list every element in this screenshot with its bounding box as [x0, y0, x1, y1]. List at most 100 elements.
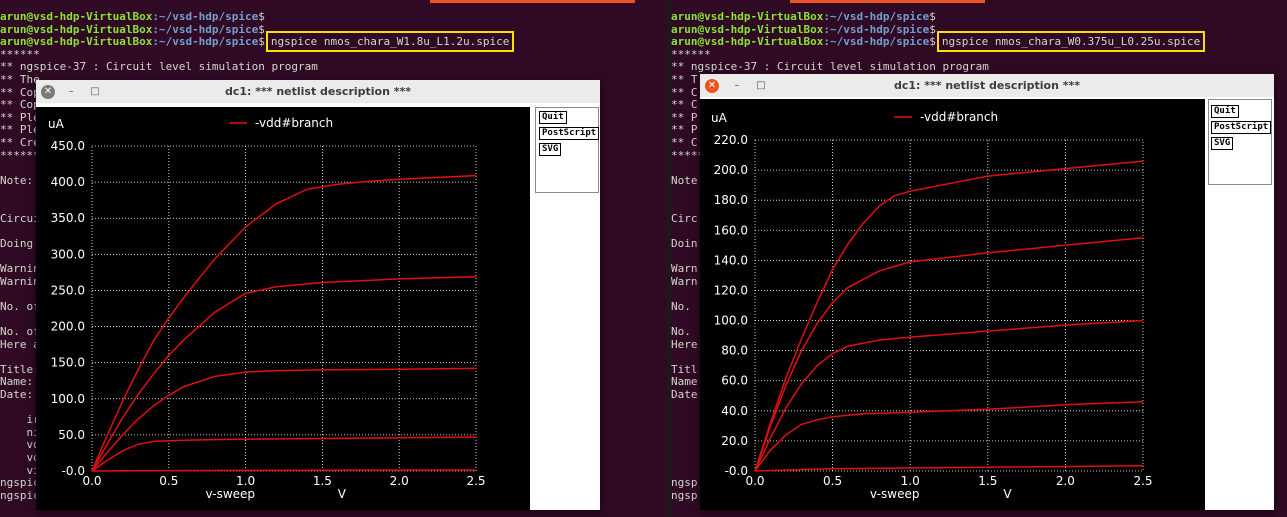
terminal-output-line: ngsp	[671, 488, 698, 502]
y-tick-label: 40.0	[721, 404, 748, 418]
series-line	[754, 160, 1144, 472]
terminal-command: ngspice nmos_chara_W1.8u_L1.2u.spice	[265, 31, 515, 53]
series-line	[754, 464, 1144, 472]
prompt-user: arun@vsd-hdp-VirtualBox	[671, 10, 824, 23]
active-tab-indicator	[790, 0, 985, 3]
series-line	[91, 436, 477, 472]
y-tick-label: 50.0	[58, 428, 85, 442]
prompt-user: arun@vsd-hdp-VirtualBox	[0, 10, 153, 23]
terminal-output-line: Warnin	[0, 274, 40, 288]
x-tick-label: 2.0	[1056, 474, 1075, 488]
y-tick-label: 160.0	[714, 223, 748, 237]
x-tick-label: 0.0	[82, 474, 101, 488]
y-tick-label: 200.0	[714, 163, 748, 177]
left-plot-area: 0.0 0.5 1.0 1.5 2.0 2.5 -0.0 50.0 100.0 150.0 200.…	[36, 107, 530, 510]
terminal-output-line: Doin	[671, 236, 698, 250]
prompt-path: :~/vsd-hdp/spice	[823, 35, 930, 49]
right-plot-window: ✕ – □ dc1: *** netlist description *** 0…	[700, 74, 1274, 510]
x-tick-label: 0.5	[823, 474, 842, 488]
terminal-output-line: ** C	[671, 98, 698, 112]
prompt-symbol: $	[929, 10, 936, 23]
terminal-output-line: No.	[671, 325, 691, 338]
series-line	[91, 367, 477, 472]
prompt-symbol: $	[929, 22, 936, 36]
y-tick-label: 140.0	[714, 253, 748, 267]
terminal-prompt-line: arun@vsd-hdp-VirtualBox:~/vsd-hdp/spice$…	[671, 31, 1206, 53]
terminal-output-line: ngspic	[0, 476, 40, 490]
terminal-output-line: ** ngspice-37 : Circuit level simulation…	[0, 60, 318, 74]
x-axis-label: v-sweep	[205, 487, 255, 501]
left-plot-window: ✕ – □ dc1: *** netlist description *** 0…	[36, 80, 600, 510]
prompt-user: arun@vsd-hdp-VirtualBox	[0, 22, 153, 36]
quit-button[interactable]: Quit	[539, 111, 567, 124]
terminal-prompt-line: arun@vsd-hdp-VirtualBox:~/vsd-hdp/spice$…	[0, 31, 515, 53]
right-chart: 0.0 0.5 1.0 1.5 2.0 2.5 -0.0 20.0 40.0 60.0 80.0 10…	[711, 110, 1153, 501]
y-tick-label: 400.0	[51, 175, 85, 189]
svg-button[interactable]: SVG	[1211, 137, 1234, 150]
right-plot-area: 0.0 0.5 1.0 1.5 2.0 2.5 -0.0 20.0 40.0 60.0 80.0 10…	[700, 99, 1205, 510]
terminal-output-line: ******	[0, 148, 40, 162]
y-tick-label: 120.0	[714, 283, 748, 297]
prompt-path: :~/vsd-hdp/spice	[823, 22, 930, 36]
y-axis-label: uA	[711, 111, 728, 125]
terminal-output-line: Note:	[0, 173, 34, 187]
right-window-titlebar[interactable]: ✕ – □ dc1: *** netlist description ***	[700, 74, 1274, 97]
left-window-titlebar[interactable]: ✕ – □ dc1: *** netlist description ***	[36, 80, 600, 103]
y-tick-label: 220.0	[714, 133, 748, 147]
terminal-output-line: Warnin	[0, 262, 40, 275]
series-line	[754, 237, 1144, 472]
legend-label: -vdd#branch	[255, 116, 333, 130]
terminal-output-line: ** Cop	[0, 98, 40, 112]
legend-label: -vdd#branch	[920, 110, 998, 124]
terminal-output-line: ngsp	[671, 476, 698, 490]
y-tick-label: 180.0	[714, 193, 748, 207]
quit-button[interactable]: Quit	[1211, 105, 1239, 118]
series-line	[91, 469, 477, 472]
terminal-output-line: Circ	[671, 211, 698, 225]
prompt-symbol: $	[258, 22, 265, 36]
terminal-output-line: ngspic	[0, 488, 40, 502]
x-tick-label: 2.0	[390, 474, 409, 488]
active-tab-indicator	[430, 0, 635, 3]
terminal-output-line: ** Cre	[0, 136, 40, 149]
terminal-output-line: ** T	[671, 73, 698, 86]
prompt-path: :~/vsd-hdp/spice	[152, 35, 259, 49]
y-tick-label: 150.0	[51, 356, 85, 370]
terminal-output-line: ** ngspice-37 : Circuit level simulation…	[671, 60, 989, 74]
x-tick-label: 0.5	[159, 474, 178, 488]
y-tick-label: 250.0	[51, 283, 85, 297]
plot-frame	[91, 145, 477, 472]
postscript-button[interactable]: PostScript	[539, 127, 600, 140]
x-axis-label: v-sweep	[870, 487, 920, 501]
prompt-symbol: $	[258, 35, 265, 49]
prompt-path: :~/vsd-hdp/spice	[823, 10, 930, 23]
x-tick-label: 0.0	[745, 474, 764, 488]
y-tick-label: -0.0	[725, 464, 748, 478]
svg-button[interactable]: SVG	[539, 143, 562, 156]
terminal-output-line: vo	[0, 451, 40, 464]
x-axis-unit: V	[1003, 487, 1012, 501]
y-tick-label: 60.0	[721, 374, 748, 388]
left-chart: 0.0 0.5 1.0 1.5 2.0 2.5 -0.0 50.0 100.0 150.0 200.…	[48, 116, 486, 501]
prompt-path: :~/vsd-hdp/spice	[152, 22, 259, 36]
series-line	[754, 319, 1144, 472]
x-axis-unit: V	[338, 487, 347, 501]
y-tick-label: 450.0	[51, 139, 85, 153]
terminal-output-line: Here	[671, 337, 698, 351]
x-tick-label: 1.5	[313, 474, 332, 488]
terminal-output-line: ** The	[0, 73, 40, 86]
postscript-button[interactable]: PostScript	[1211, 121, 1272, 134]
prompt-user: arun@vsd-hdp-VirtualBox	[671, 35, 824, 49]
terminal-output-line: Warn	[671, 262, 698, 275]
terminal-output-line: Circui	[0, 211, 40, 225]
prompt-symbol: $	[258, 10, 265, 23]
y-axis-label: uA	[48, 117, 65, 131]
terminal-command: ngspice nmos_chara_W0.375u_L0.25u.spice	[936, 31, 1206, 53]
prompt-user: arun@vsd-hdp-VirtualBox	[0, 35, 153, 49]
x-tick-label: 2.5	[466, 474, 485, 488]
terminal-output-line: Doing	[0, 236, 34, 250]
y-tick-label: -0.0	[62, 464, 85, 478]
terminal-output-line: No. of	[0, 325, 40, 338]
y-tick-label: 300.0	[51, 247, 85, 261]
x-tick-label: 1.5	[978, 474, 997, 488]
